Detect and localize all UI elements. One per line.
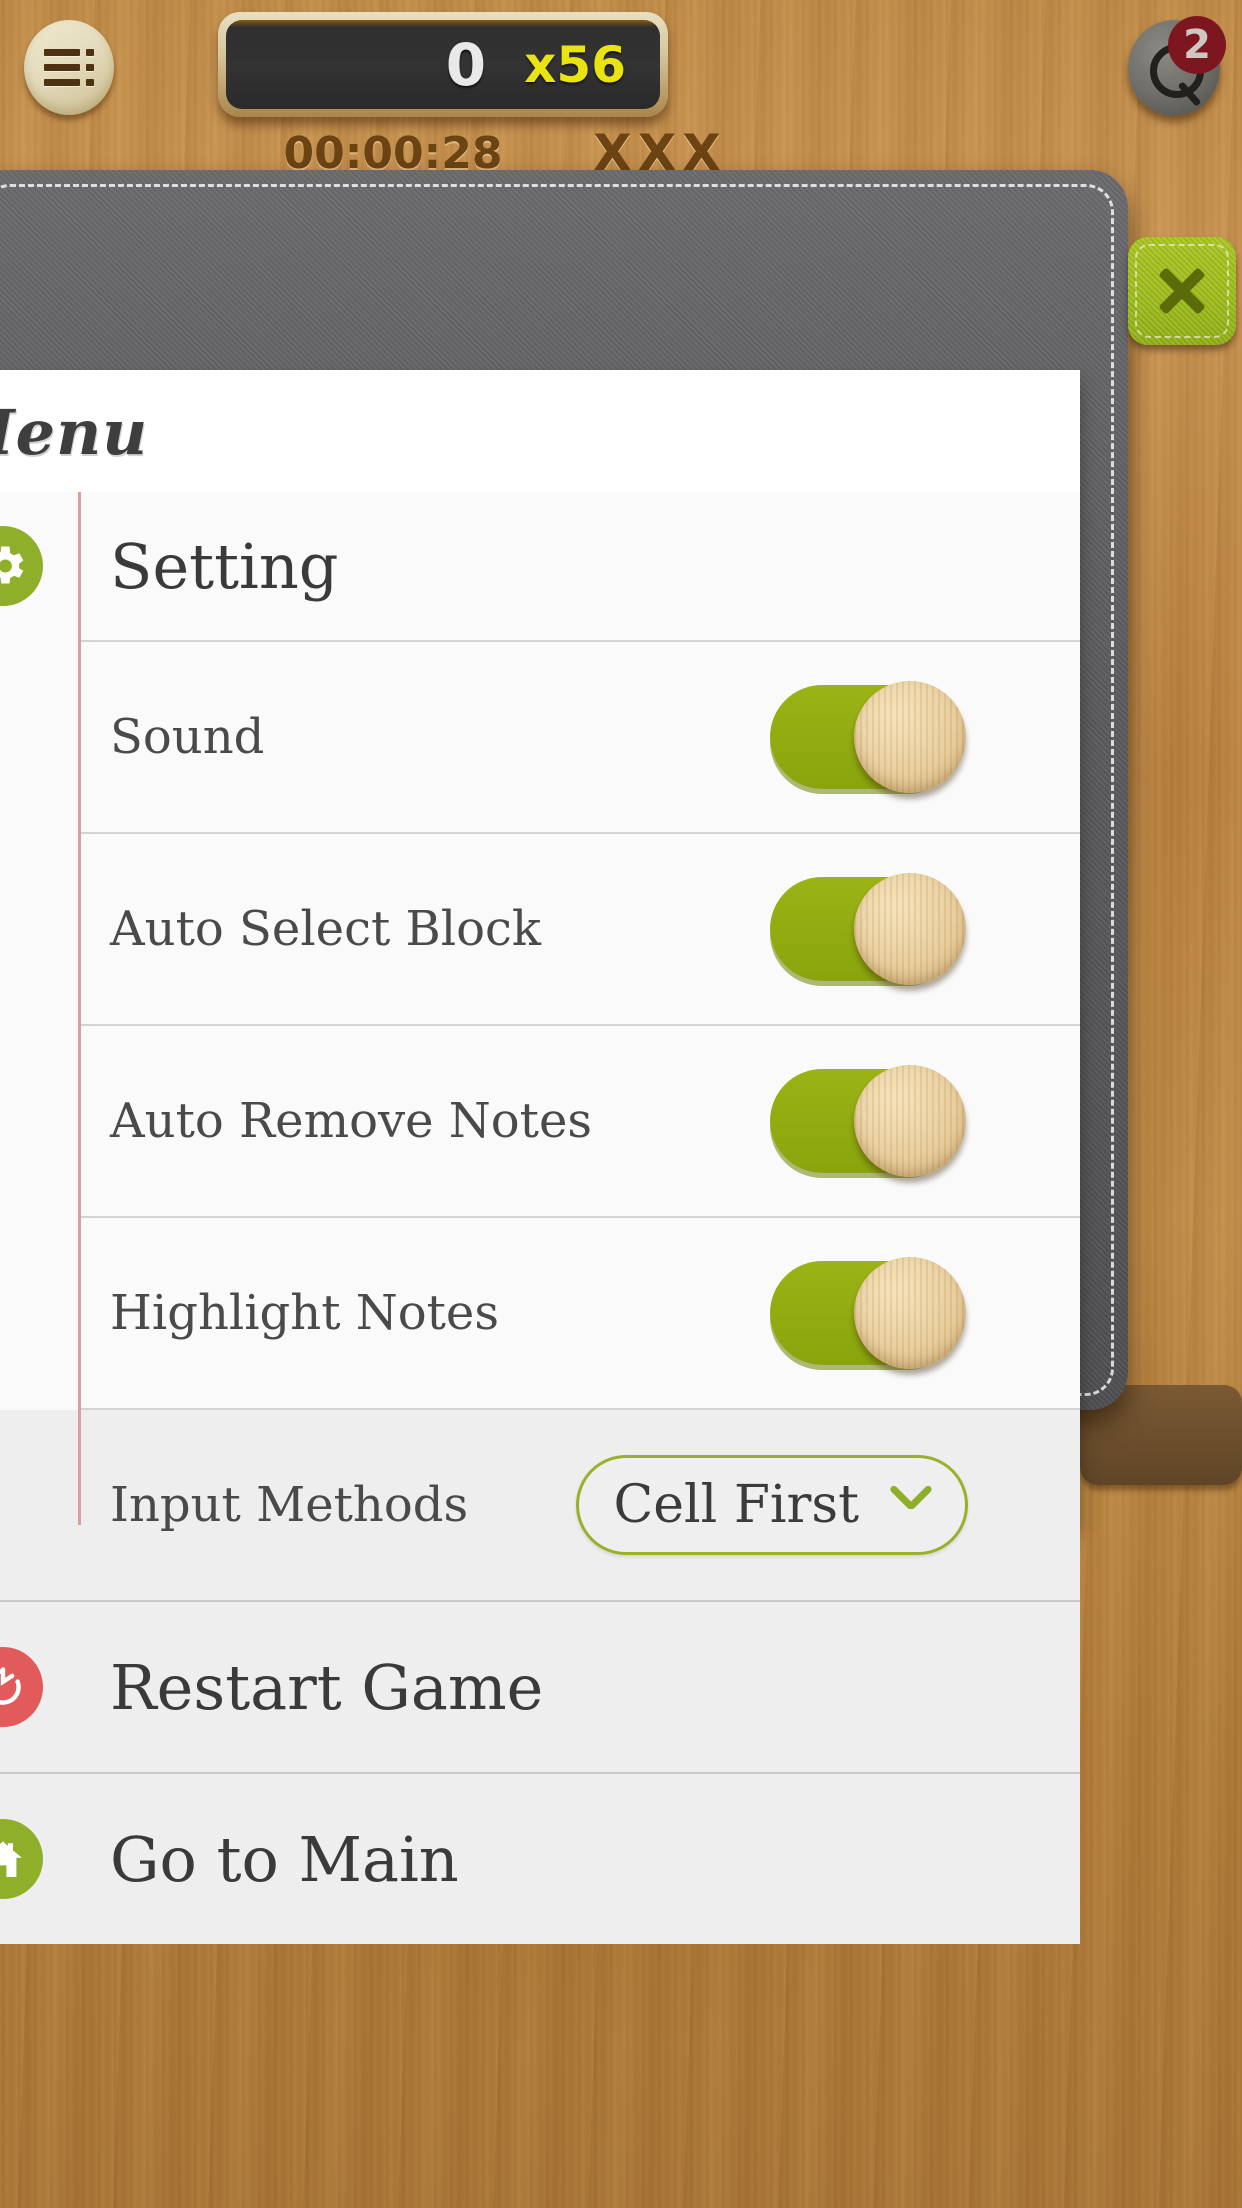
menu-item-label: Sound [110,709,265,765]
menu-item-go-to-main[interactable]: Go to Main [0,1774,1080,1944]
toggle-knob [854,873,966,985]
toggle-knob [854,1257,966,1369]
top-hud: 0 x56 00:00:28 XXX 2 [0,0,1242,190]
menu-item-label: Restart Game [110,1650,544,1724]
menu-list: Setting Sound Auto Select Block Auto Rem… [0,492,1080,1944]
menu-item-auto-select-block[interactable]: Auto Select Block [0,834,1080,1024]
restart-icon [0,1647,43,1727]
input-methods-select[interactable]: Cell First [576,1455,968,1555]
close-dialog-button[interactable] [1128,237,1236,345]
menu-item-input-methods[interactable]: Input Methods Cell First [0,1410,1080,1600]
gear-icon [0,526,43,606]
toggle-knob [854,681,966,793]
page-title: Menu [0,396,149,469]
dialog-header: Menu [0,370,1080,494]
menu-item-highlight-notes[interactable]: Highlight Notes [0,1218,1080,1408]
score-multiplier: x56 [524,35,626,94]
menu-dialog: Menu Setting [0,370,1080,1944]
menu-item-label: Auto Remove Notes [110,1093,592,1149]
menu-item-auto-remove-notes[interactable]: Auto Remove Notes [0,1026,1080,1216]
menu-item-label: Input Methods [110,1477,469,1533]
menu-item-restart-game[interactable]: Restart Game [0,1602,1080,1772]
menu-item-label: Go to Main [110,1822,459,1896]
home-icon [0,1819,43,1899]
toggle-highlight-notes[interactable] [770,1257,966,1369]
toggle-auto-select-block[interactable] [770,873,966,985]
hamburger-icon [44,48,94,87]
toggle-auto-remove-notes[interactable] [770,1065,966,1177]
score-panel: 0 x56 [218,12,668,117]
chevron-down-icon [889,1484,931,1526]
toggle-sound[interactable] [770,681,966,793]
menu-item-label: Auto Select Block [110,901,541,957]
menu-item-sound[interactable]: Sound [0,642,1080,832]
menu-section-setting[interactable]: Setting [0,492,1080,640]
hamburger-menu-button[interactable] [24,20,114,115]
menu-item-label: Highlight Notes [110,1285,499,1341]
toggle-knob [854,1065,966,1177]
score-value: 0 [445,30,487,99]
menu-dialog-frame: Menu Setting [0,170,1128,1944]
menu-item-label: Setting [110,529,339,603]
hint-search-button[interactable]: 2 [1128,16,1226,116]
divider-rail [78,492,81,1525]
input-methods-value: Cell First [613,1475,859,1535]
hint-count-badge: 2 [1168,16,1226,74]
